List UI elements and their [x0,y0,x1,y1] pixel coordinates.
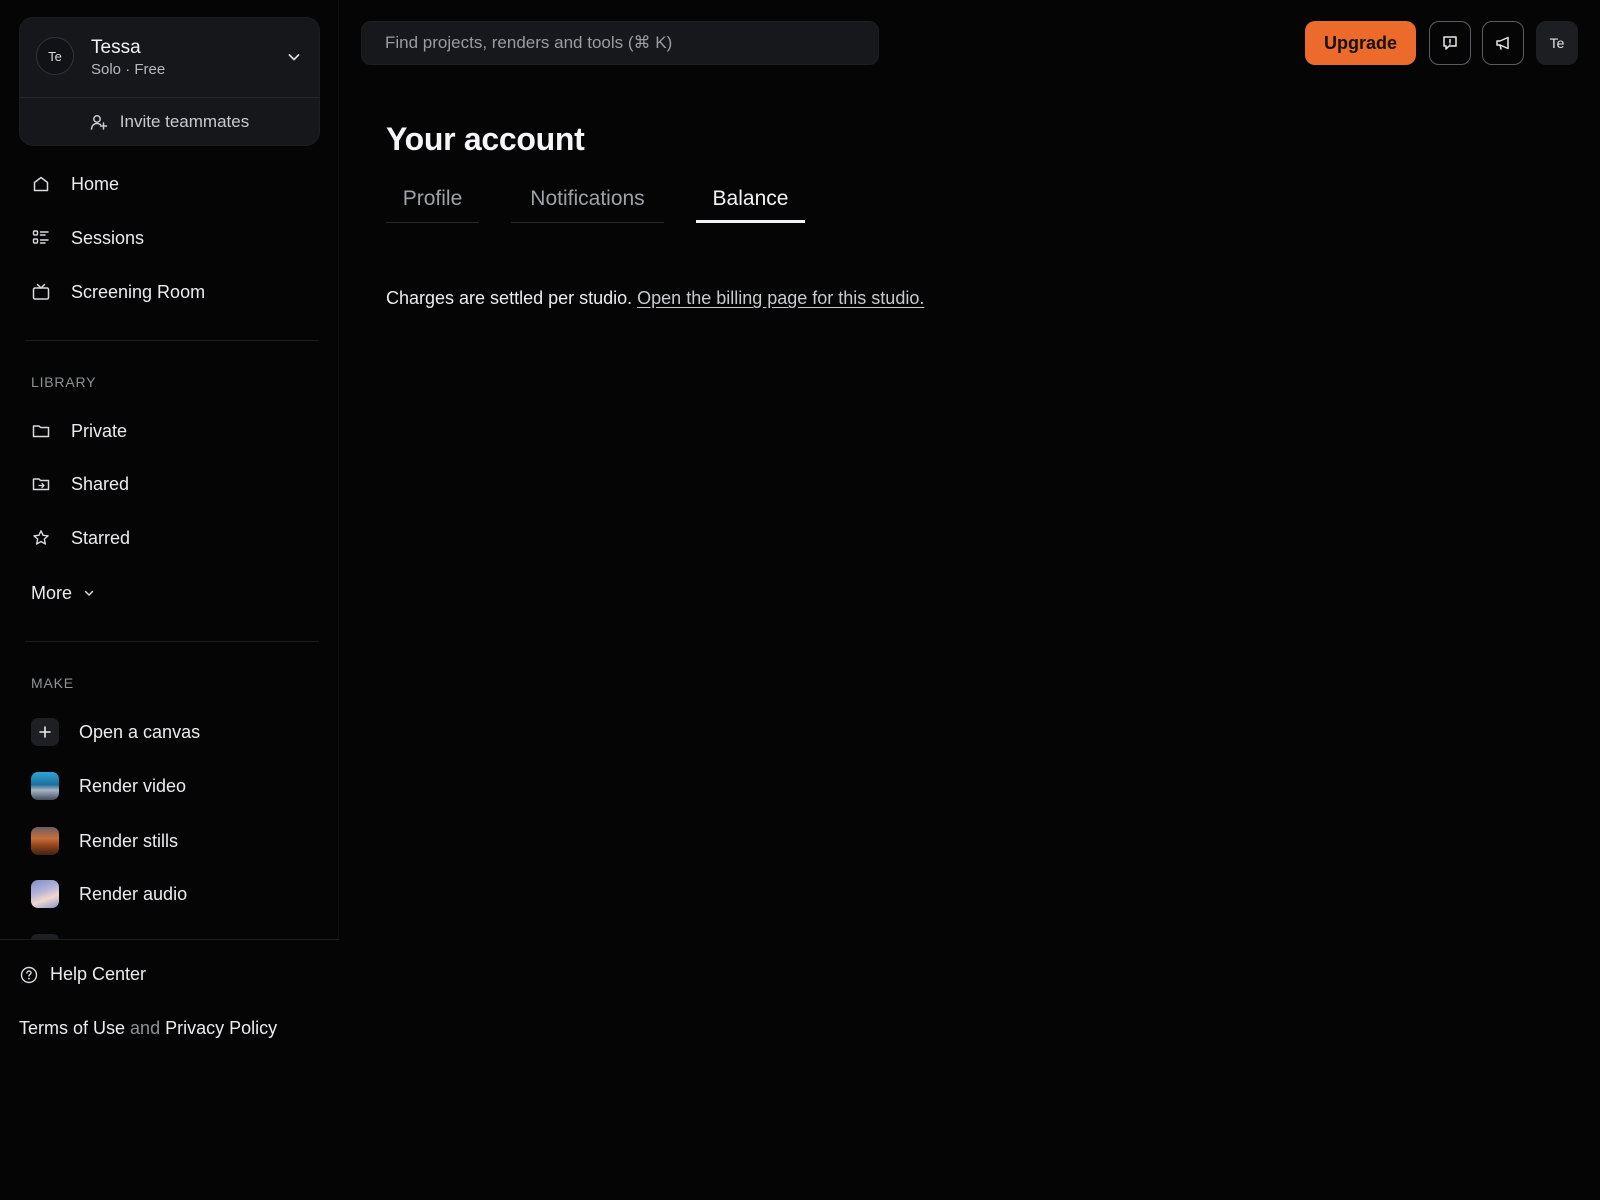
nav-item-home[interactable]: Home [31,167,119,201]
help-icon [20,966,38,983]
tab-profile[interactable]: Profile [386,180,479,223]
video-thumbnail [31,772,59,800]
account-card: Te Tessa Solo · Free Invite teammates [19,17,320,146]
sidebar: Te Tessa Solo · Free Invite teammates Ho… [0,0,339,1200]
sidebar-item-private[interactable]: Private [31,414,127,448]
sidebar-item-starred[interactable]: Starred [31,521,130,555]
tv-icon [31,282,51,302]
feedback-icon [1443,36,1457,50]
open-canvas-button[interactable]: Open a canvas [31,715,200,749]
nav-item-sessions[interactable]: Sessions [31,221,144,255]
search-bar[interactable] [361,21,879,65]
nav-label: Home [71,173,120,194]
home-icon [31,174,51,194]
make-item-label: Open a canvas [79,721,201,742]
folder-icon [31,421,51,441]
sidebar-item-shared[interactable]: Shared [31,467,129,501]
add-user-icon [90,115,108,130]
sidebar-item-label: Private [71,420,128,441]
nav-item-screening-room[interactable]: Screening Room [31,275,205,309]
privacy-link[interactable]: Privacy Policy [165,1018,277,1038]
more-label: More [31,582,73,603]
account-avatar: Te [36,37,74,75]
chevron-down-icon [84,590,94,596]
billing-note: Charges are settled per studio. Open the… [386,288,924,309]
render-stills-button[interactable]: Render stills [31,824,178,858]
tab-label: Balance [712,187,789,210]
feedback-button[interactable] [1429,21,1471,65]
and-text: and [130,1018,161,1038]
sidebar-divider [25,641,319,642]
library-heading: LIBRARY [31,374,97,390]
nav-label: Sessions [71,227,145,248]
nav-label: Screening Room [71,281,206,302]
announcements-button[interactable] [1482,21,1524,65]
shared-folder-icon [31,474,51,494]
megaphone-icon [1496,36,1509,50]
sidebar-divider [25,340,319,341]
render-audio-button[interactable]: Render audio [31,877,187,911]
tab-label: Notifications [530,187,645,210]
legal-links: Terms of Use and Privacy Policy [19,1018,277,1039]
upgrade-button[interactable]: Upgrade [1305,21,1416,65]
search-input[interactable] [362,22,878,64]
terms-link[interactable]: Terms of Use [19,1018,125,1038]
tab-notifications[interactable]: Notifications [511,180,664,223]
billing-page-link[interactable]: Open the billing page for this studio. [637,288,924,308]
help-label: Help Center [50,964,147,984]
invite-teammates-button[interactable]: Invite teammates [20,98,319,146]
audio-thumbnail [31,880,59,908]
account-name: Tessa [91,37,141,58]
render-video-button[interactable]: Render video [31,769,186,803]
account-switcher[interactable]: Te Tessa Solo · Free [20,18,319,98]
stills-thumbnail [31,827,59,855]
sidebar-item-label: Shared [71,473,130,494]
list-icon [31,228,51,248]
make-item-label: Render video [79,775,187,796]
billing-note-text: Charges are settled per studio. [386,288,633,308]
sidebar-footer: Help Center Terms of Use and Privacy Pol… [0,939,339,1200]
tab-label: Profile [402,187,463,210]
page-title: Your account [386,121,585,157]
star-icon [31,528,51,548]
sidebar-item-label: Starred [71,527,131,548]
make-item-label: Render stills [79,830,179,851]
account-plan: Solo · Free [91,61,166,78]
more-toggle[interactable]: More [31,576,96,610]
chevron-down-icon [288,54,300,61]
app-root: Te Tessa Solo · Free Invite teammates Ho… [0,0,1600,1200]
invite-label: Invite teammates [119,112,250,131]
user-avatar[interactable]: Te [1536,21,1578,65]
help-center-link[interactable]: Help Center [20,964,146,985]
make-item-label: Render audio [79,883,188,904]
tab-balance[interactable]: Balance [696,180,805,223]
make-heading: MAKE [31,675,74,691]
plus-icon [31,718,59,746]
